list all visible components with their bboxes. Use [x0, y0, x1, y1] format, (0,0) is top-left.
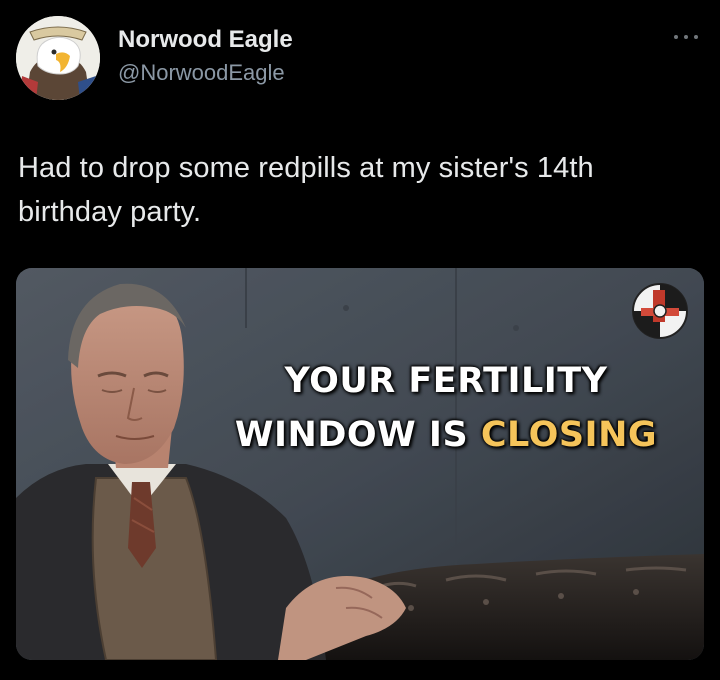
- media-photo: [16, 268, 704, 660]
- display-name[interactable]: Norwood Eagle: [118, 26, 293, 54]
- caption-line-2: WINDOW IS CLOSING: [186, 408, 704, 462]
- caption-line-1: YOUR FERTILITY: [284, 361, 608, 401]
- tweet-card: Norwood Eagle @NorwoodEagle Had to drop …: [0, 0, 720, 680]
- tweet-media-image[interactable]: YOUR FERTILITY WINDOW IS CLOSING: [16, 268, 704, 660]
- tweet-text: Had to drop some redpills at my sister's…: [18, 152, 594, 228]
- user-handle[interactable]: @NorwoodEagle: [118, 60, 285, 86]
- caption-line-2-a: WINDOW IS: [234, 415, 469, 455]
- more-options-icon[interactable]: [672, 30, 702, 44]
- eagle-avatar-icon: [16, 16, 100, 100]
- avatar[interactable]: [16, 16, 100, 100]
- channel-logo-icon: [632, 283, 688, 339]
- media-caption: YOUR FERTILITY WINDOW IS CLOSING: [186, 354, 704, 462]
- caption-highlight: CLOSING: [480, 415, 658, 455]
